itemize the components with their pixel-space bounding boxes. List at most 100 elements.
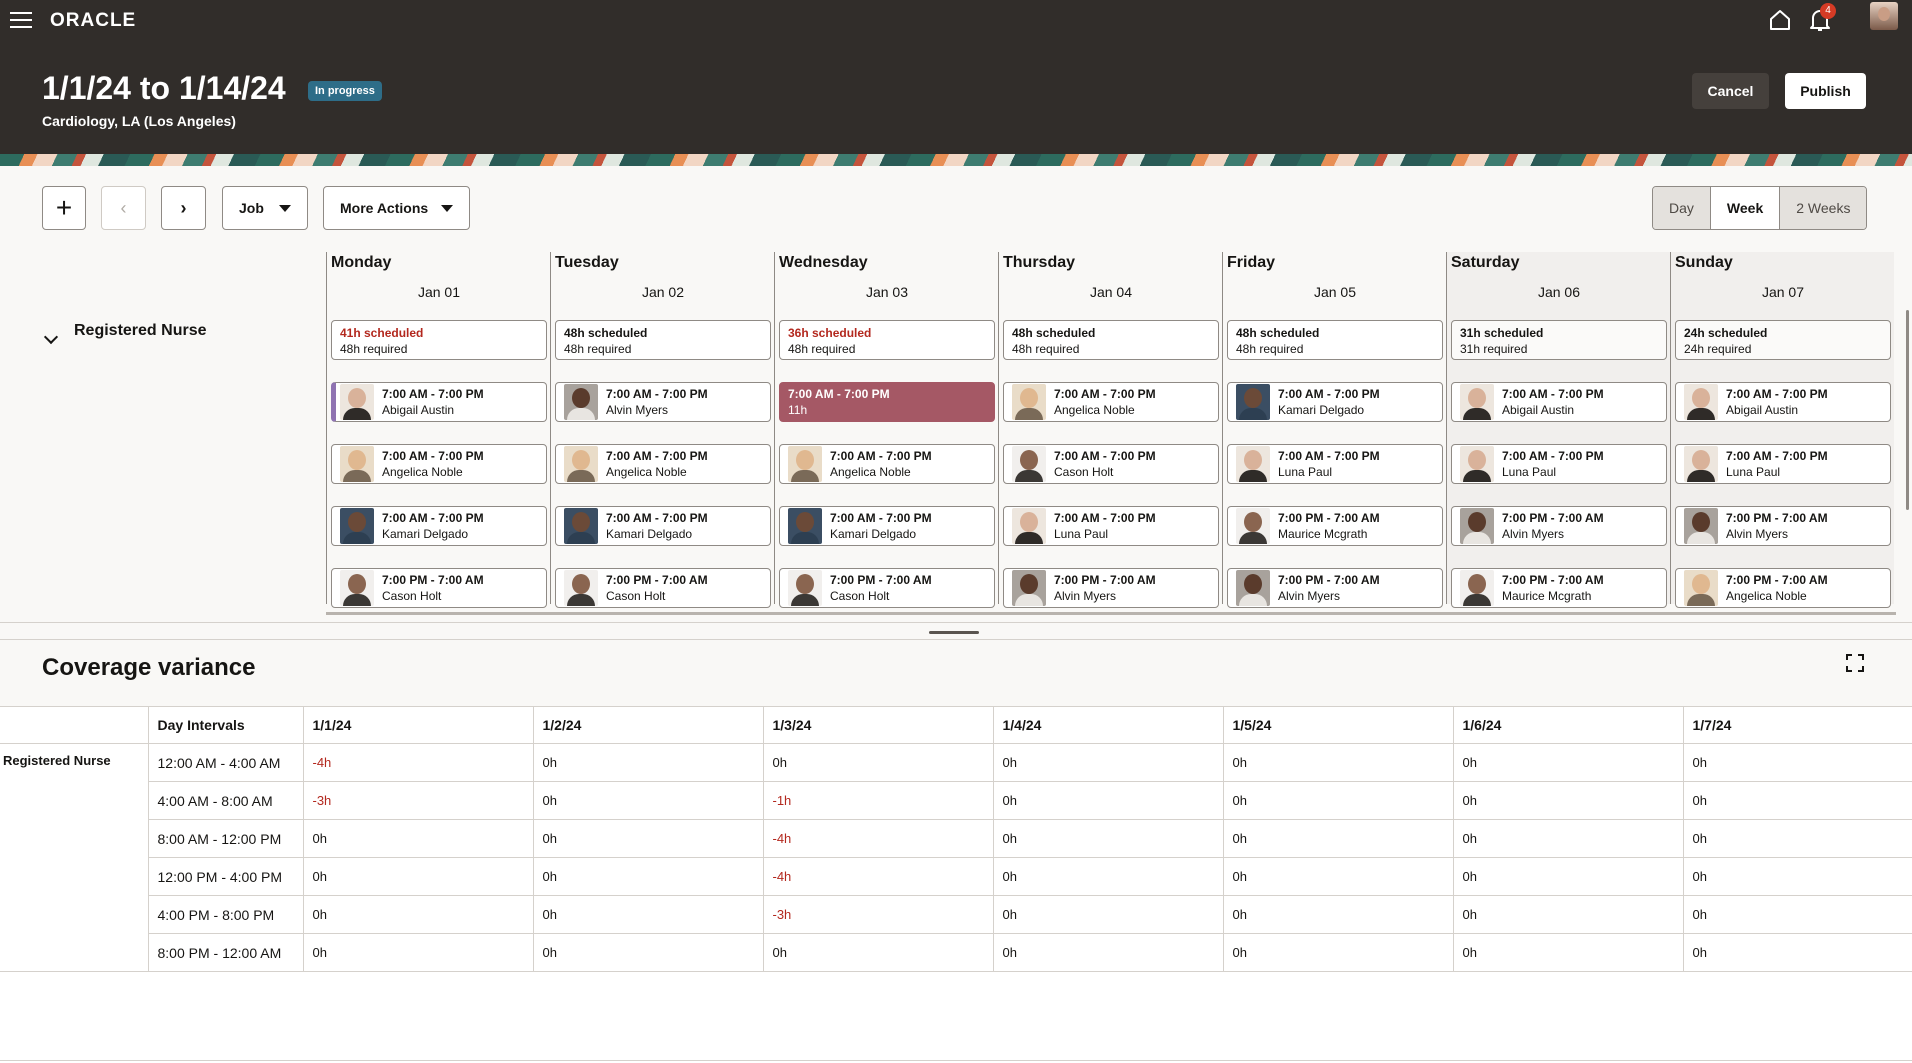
day-date: Jan 06 — [1537, 284, 1581, 300]
day-column: Monday Jan 01 41h scheduled 48h required 7:0… — [326, 252, 550, 608]
variance-cell: 0h — [763, 743, 994, 782]
oracle-logo[interactable]: ORACLE — [50, 10, 136, 32]
shift-card[interactable]: 7:00 AM - 7:00 PM Kamari Delgado — [779, 506, 995, 546]
variance-cell: 0h — [1453, 857, 1684, 896]
shift-card[interactable]: 7:00 PM - 7:00 AM Alvin Myers — [1227, 568, 1443, 608]
shift-card[interactable]: 7:00 AM - 7:00 PM Kamari Delgado — [1227, 382, 1443, 422]
day-hours-summary[interactable]: 48h scheduled 48h required — [1227, 320, 1443, 360]
shift-card[interactable]: 7:00 AM - 7:00 PM Alvin Myers — [555, 382, 771, 422]
variance-cell: 0h — [1223, 781, 1454, 820]
shift-card[interactable]: 7:00 PM - 7:00 AM Maurice Mcgrath — [1451, 568, 1667, 608]
variance-cell: 0h — [1223, 933, 1454, 972]
variance-cell: 0h — [1453, 743, 1684, 782]
day-hours-summary[interactable]: 41h scheduled 48h required — [331, 320, 547, 360]
publish-button[interactable]: Publish — [1785, 73, 1866, 109]
coverage-title: Coverage variance — [42, 654, 256, 681]
view-day-button[interactable]: Day — [1653, 187, 1711, 229]
variance-cell: -4h — [763, 819, 994, 858]
employee-avatar — [564, 384, 598, 420]
shift-card[interactable]: 7:00 AM - 7:00 PM Abigail Austin — [1675, 382, 1891, 422]
shift-card[interactable]: 7:00 AM - 7:00 PM Angelica Noble — [555, 444, 771, 484]
horizontal-scrollbar[interactable] — [326, 612, 1896, 615]
shift-card[interactable]: 7:00 AM - 7:00 PM Luna Paul — [1227, 444, 1443, 484]
shift-card[interactable]: 7:00 PM - 7:00 AM Angelica Noble — [1675, 568, 1891, 608]
shift-time: 7:00 PM - 7:00 AM — [1278, 573, 1380, 587]
next-period-button[interactable]: › — [161, 186, 206, 230]
more-actions-label: More Actions — [340, 200, 429, 216]
divider — [0, 1060, 1912, 1061]
shift-employee: Alvin Myers — [1726, 527, 1789, 541]
chevron-left-icon: ‹ — [120, 197, 127, 218]
user-avatar-icon[interactable] — [1870, 2, 1898, 30]
more-actions-dropdown[interactable]: More Actions — [323, 186, 470, 230]
shift-card[interactable]: 7:00 PM - 7:00 AM Maurice Mcgrath — [1227, 506, 1443, 546]
variance-cell: 0h — [303, 895, 534, 934]
shift-card[interactable]: 7:00 AM - 7:00 PM Abigail Austin — [1451, 382, 1667, 422]
shift-card[interactable]: 7:00 AM - 7:00 PM Luna Paul — [1451, 444, 1667, 484]
shift-card[interactable]: 7:00 AM - 7:00 PM Angelica Noble — [779, 444, 995, 484]
day-hours-summary[interactable]: 48h scheduled 48h required — [1003, 320, 1219, 360]
shift-employee: Angelica Noble — [1726, 589, 1807, 603]
add-button[interactable]: + — [42, 186, 86, 230]
day-hours-summary[interactable]: 48h scheduled 48h required — [555, 320, 771, 360]
shift-card[interactable]: 7:00 PM - 7:00 AM Alvin Myers — [1003, 568, 1219, 608]
shift-employee: Cason Holt — [606, 589, 666, 603]
shift-card[interactable]: 7:00 AM - 7:00 PM Kamari Delgado — [555, 506, 771, 546]
shift-card[interactable]: 7:00 PM - 7:00 AM Alvin Myers — [1451, 506, 1667, 546]
shift-card[interactable]: 7:00 AM - 7:00 PM Abigail Austin — [331, 382, 547, 422]
variance-cell: 0h — [1223, 743, 1454, 782]
variance-cell: 0h — [1683, 895, 1912, 934]
shift-card[interactable]: 7:00 PM - 7:00 AM Cason Holt — [331, 568, 547, 608]
open-shift-card[interactable]: 7:00 AM - 7:00 PM 11h — [779, 382, 995, 422]
app-header: ORACLE 4 1/1/24 to 1/14/24 In progress C… — [0, 0, 1912, 154]
splitter-handle[interactable] — [929, 631, 979, 634]
view-2-weeks-button[interactable]: 2 Weeks — [1780, 187, 1867, 229]
shift-employee: Alvin Myers — [606, 403, 669, 417]
shift-employee: Abigail Austin — [1502, 403, 1575, 417]
shift-employee: Luna Paul — [1502, 465, 1557, 479]
shift-card[interactable]: 7:00 PM - 7:00 AM Alvin Myers — [1675, 506, 1891, 546]
day-hours-summary[interactable]: 36h scheduled 48h required — [779, 320, 995, 360]
hamburger-menu-icon[interactable] — [10, 9, 34, 31]
day-name: Monday — [331, 254, 392, 271]
interval-cell: 4:00 AM - 8:00 AM — [148, 781, 304, 820]
shift-employee: Luna Paul — [1054, 527, 1109, 541]
shift-card[interactable]: 7:00 AM - 7:00 PM Angelica Noble — [1003, 382, 1219, 422]
vertical-scrollbar[interactable] — [1906, 310, 1909, 510]
day-name: Thursday — [1003, 254, 1076, 271]
employee-avatar — [788, 446, 822, 482]
status-badge: In progress — [308, 81, 382, 101]
employee-avatar — [340, 446, 374, 482]
variance-cell: 0h — [763, 933, 994, 972]
scheduled-hours: 31h scheduled — [1460, 326, 1544, 340]
cancel-button[interactable]: Cancel — [1692, 73, 1769, 109]
open-shift-hours: 11h — [788, 403, 808, 417]
shift-card[interactable]: 7:00 AM - 7:00 PM Kamari Delgado — [331, 506, 547, 546]
row-role-label — [0, 819, 149, 858]
variance-cell: 0h — [533, 895, 764, 934]
scheduled-hours: 41h scheduled — [340, 326, 424, 340]
table-row: Registered Nurse 12:00 AM - 4:00 AM -4h 0h 0… — [0, 743, 1912, 782]
day-hours-summary[interactable]: 31h scheduled 31h required — [1451, 320, 1667, 360]
required-hours: 48h required — [788, 342, 856, 356]
view-week-button[interactable]: Week — [1710, 187, 1781, 229]
day-column: Saturday Jan 06 31h scheduled 31h required 7… — [1446, 252, 1670, 608]
shift-employee: Abigail Austin — [382, 403, 455, 417]
shift-time: 7:00 AM - 7:00 PM — [1054, 511, 1156, 525]
shift-card[interactable]: 7:00 PM - 7:00 AM Cason Holt — [555, 568, 771, 608]
home-icon[interactable] — [1768, 8, 1792, 32]
shift-card[interactable]: 7:00 PM - 7:00 AM Cason Holt — [779, 568, 995, 608]
role-group-label[interactable]: Registered Nurse — [74, 322, 207, 340]
shift-card[interactable]: 7:00 AM - 7:00 PM Cason Holt — [1003, 444, 1219, 484]
shift-time: 7:00 AM - 7:00 PM — [1278, 449, 1380, 463]
employee-avatar — [340, 570, 374, 606]
shift-card[interactable]: 7:00 AM - 7:00 PM Luna Paul — [1003, 506, 1219, 546]
day-hours-summary[interactable]: 24h scheduled 24h required — [1675, 320, 1891, 360]
job-dropdown[interactable]: Job — [222, 186, 308, 230]
shift-card[interactable]: 7:00 AM - 7:00 PM Luna Paul — [1675, 444, 1891, 484]
employee-avatar — [564, 446, 598, 482]
shift-card[interactable]: 7:00 AM - 7:00 PM Angelica Noble — [331, 444, 547, 484]
expand-icon[interactable] — [1846, 654, 1864, 672]
variance-cell: 0h — [303, 933, 534, 972]
previous-period-button[interactable]: ‹ — [101, 186, 146, 230]
